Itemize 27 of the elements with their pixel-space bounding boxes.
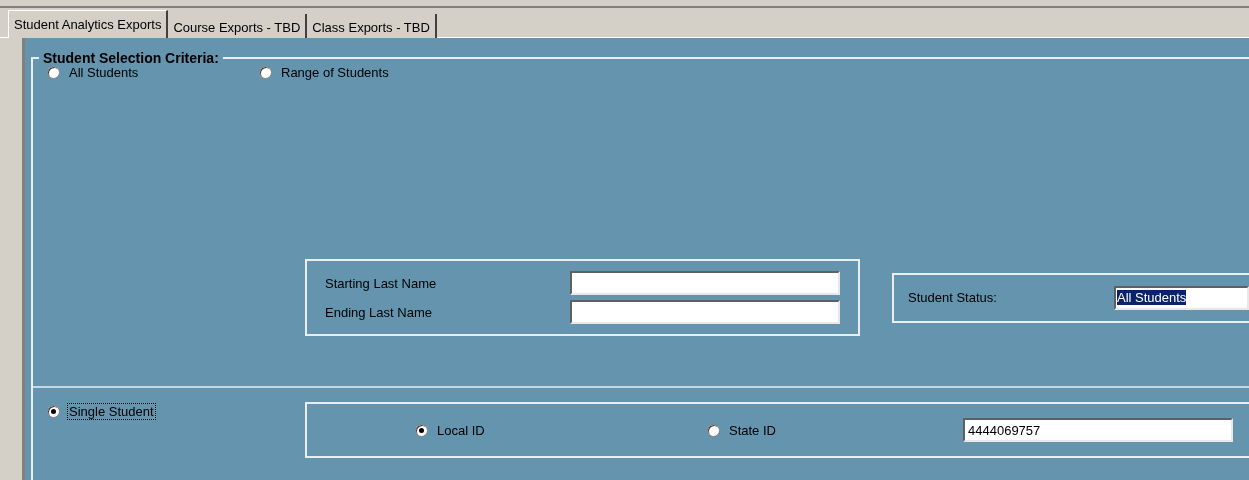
status-field[interactable]: All Students	[1114, 285, 1249, 310]
option-label: Local ID	[436, 421, 486, 439]
radio-option[interactable]: Range of Students	[259, 64, 391, 81]
radio-icon[interactable]	[707, 423, 720, 437]
input-field[interactable]	[570, 300, 840, 324]
tab[interactable]: Class Exports - TBD	[307, 14, 437, 38]
input-field[interactable]	[570, 271, 840, 295]
radio-icon[interactable]	[415, 423, 428, 437]
field-value: All Students	[1117, 290, 1187, 305]
tab[interactable]: Student Analytics Exports	[8, 10, 169, 38]
radio-icon[interactable]	[47, 66, 60, 79]
radio-icon[interactable]	[259, 66, 272, 79]
option-label: All Students	[68, 64, 140, 81]
radio-option[interactable]: All Students	[47, 64, 259, 81]
option-label: State ID	[728, 421, 777, 439]
field-label: Starting Last Name	[325, 275, 437, 291]
radio-option[interactable]: State ID	[707, 421, 963, 439]
radio-option[interactable]: Local ID	[415, 421, 707, 439]
input-field[interactable]: 4444069757	[963, 418, 1233, 442]
radio-icon[interactable]	[47, 405, 60, 418]
field-label: Ending Last Name	[325, 304, 432, 320]
option-label: Range of Students	[280, 64, 390, 81]
field-label: Student Status:	[908, 290, 998, 305]
radio-option[interactable]: Single Student	[47, 403, 305, 420]
tab[interactable]: Course Exports - TBD	[168, 14, 308, 38]
group-title: Student Selection Criteria:	[42, 50, 220, 66]
option-label: Single Student	[67, 403, 156, 420]
